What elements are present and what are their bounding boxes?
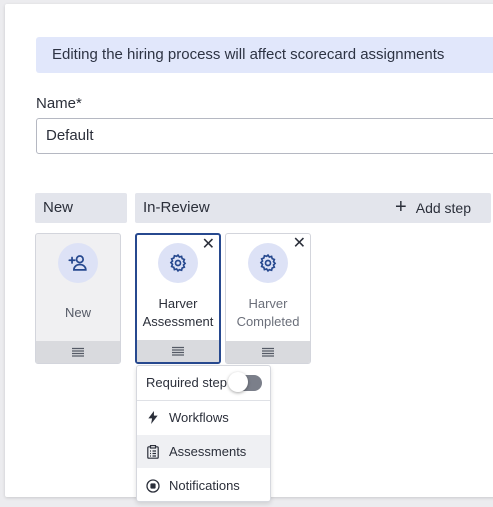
card-title: New	[64, 305, 91, 320]
menu-item-label: Assessments	[169, 444, 247, 459]
card-title: Harver Completed	[226, 295, 310, 331]
bell-circle-icon	[146, 478, 160, 493]
required-step-label: Required step	[146, 375, 227, 390]
add-person-icon	[58, 243, 98, 283]
card-title: Harver Assessment	[137, 295, 219, 331]
drag-handle-icon[interactable]	[226, 341, 310, 363]
stage-card-harver-assessment[interactable]: ✕ Harver Assessment	[135, 233, 221, 364]
menu-item-notifications[interactable]: Notifications	[137, 469, 270, 502]
column-header-in-review: In-Review + Add step	[135, 193, 491, 223]
toggle-knob	[228, 372, 248, 392]
menu-item-label: Workflows	[169, 410, 229, 425]
required-step-row: Required step	[137, 366, 270, 399]
column-title: New	[43, 199, 74, 216]
add-step-label: Add step	[415, 200, 471, 216]
card-title-line: Assessment	[142, 314, 214, 329]
required-step-toggle[interactable]	[228, 372, 262, 392]
step-options-menu: Required step Workflows Assessments Noti	[136, 365, 271, 502]
stage-card-new[interactable]: New	[35, 233, 121, 364]
info-banner: Editing the hiring process will affect s…	[36, 37, 493, 73]
menu-item-workflows[interactable]: Workflows	[137, 401, 270, 434]
close-icon[interactable]: ✕	[293, 235, 306, 253]
menu-item-label: Notifications	[169, 478, 240, 493]
menu-item-assessments[interactable]: Assessments	[137, 435, 270, 468]
card-title-line: Harver	[158, 296, 198, 311]
gear-icon	[158, 243, 198, 283]
lightning-icon	[146, 411, 160, 425]
card-title-line: Harver	[248, 296, 288, 311]
drag-handle-icon[interactable]	[36, 341, 120, 363]
plus-icon: +	[395, 196, 407, 218]
column-title: In-Review	[143, 199, 210, 216]
name-label: Name*	[36, 95, 82, 112]
drag-handle-icon[interactable]	[137, 340, 219, 362]
column-header-new: New	[35, 193, 127, 223]
name-input[interactable]: Default	[36, 118, 493, 154]
stage-card-harver-completed[interactable]: ✕ Harver Completed	[225, 233, 311, 364]
card-title-line: Completed	[236, 314, 300, 329]
gear-icon	[248, 243, 288, 283]
clipboard-icon	[146, 444, 160, 459]
add-step-button[interactable]: + Add step	[395, 193, 471, 223]
close-icon[interactable]: ✕	[202, 236, 215, 254]
